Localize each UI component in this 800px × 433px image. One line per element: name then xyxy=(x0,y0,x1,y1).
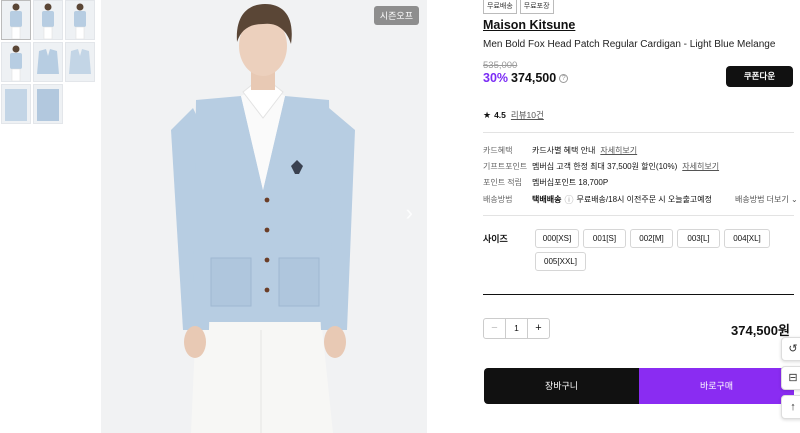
thumbnail-2[interactable] xyxy=(33,0,63,40)
thumbnail-8[interactable] xyxy=(33,84,63,124)
size-option-xs[interactable]: 000[XS] xyxy=(535,229,579,248)
product-info-panel: 무료배송 무료포장 Maison Kitsune Men Bold Fox He… xyxy=(483,0,800,433)
size-option-xl[interactable]: 004[XL] xyxy=(724,229,770,248)
season-off-badge: 시즌오프 xyxy=(373,6,419,25)
original-price: 535,000 xyxy=(483,60,518,71)
tag-free-wrapping: 무료포장 xyxy=(519,0,554,14)
info-circle-icon: ⓘ xyxy=(564,195,574,205)
scroll-top-icon[interactable]: ↑ xyxy=(781,395,800,419)
tag-free-shipping: 무료배송 xyxy=(483,0,517,14)
buy-now-button[interactable]: 바로구매 xyxy=(639,368,794,404)
chevron-down-icon: ⌄ xyxy=(790,195,798,204)
shipping-more-link[interactable]: 배송방법 더보기 ⌄ xyxy=(735,194,798,205)
point-accrual-value: 멤버십포인트 18,700P xyxy=(532,178,609,187)
size-option-m[interactable]: 002[M] xyxy=(630,229,673,248)
rating: ★ 4.5 리뷰10건 xyxy=(483,109,544,121)
chevron-right-icon[interactable]: › xyxy=(406,200,413,226)
gift-point-value: 멤버십 고객 한정 최대 37,500원 할인(10%) xyxy=(532,162,678,171)
chat-icon[interactable]: ⊟ xyxy=(781,366,800,390)
point-accrual-row: 포인트 적립 멤버십포인트 18,700P xyxy=(483,177,608,188)
size-label: 사이즈 xyxy=(483,234,508,244)
price-row: 30% 374,500 ? xyxy=(483,71,569,85)
recent-history-icon[interactable]: ↺ xyxy=(781,337,800,361)
shipping-value: 무료배송/18시 이전주문 시 오늘출고예정 xyxy=(576,195,713,204)
shipping-more-label: 배송방법 더보기 xyxy=(735,195,789,204)
thumbnail-1[interactable] xyxy=(1,0,31,40)
shipping-row: 배송방법 택배배송 ⓘ 무료배송/18시 이전주문 시 오늘출고예정 배송방법 … xyxy=(483,193,800,206)
quantity-decrease-button[interactable]: − xyxy=(484,319,505,338)
card-benefit-value: 카드사별 혜택 안내 xyxy=(532,146,596,155)
total-price: 374,500원 xyxy=(731,323,790,338)
review-link[interactable]: 리뷰10건 xyxy=(511,109,544,121)
rating-score: 4.5 xyxy=(494,110,506,120)
thumbnail-3[interactable] xyxy=(65,0,95,40)
size-option-s[interactable]: 001[S] xyxy=(583,229,626,248)
main-product-image[interactable]: 시즌오프 › xyxy=(101,0,427,433)
product-name: Men Bold Fox Head Patch Regular Cardigan… xyxy=(483,39,776,50)
gift-point-row: 기프트포인트 멤버십 고객 한정 최대 37,500원 할인(10%) 자세히보… xyxy=(483,161,719,172)
brand-link[interactable]: Maison Kitsune xyxy=(483,18,575,32)
thumbnail-4[interactable] xyxy=(1,42,31,82)
sale-price: 374,500 xyxy=(511,71,557,85)
add-to-cart-button[interactable]: 장바구니 xyxy=(484,368,639,404)
thumbnail-5[interactable] xyxy=(33,42,63,82)
divider xyxy=(483,294,794,295)
discount-rate: 30% xyxy=(483,71,509,85)
card-benefit-detail-link[interactable]: 자세히보기 xyxy=(600,145,637,156)
card-benefit-label: 카드혜택 xyxy=(483,146,513,155)
thumbnail-6[interactable] xyxy=(65,42,95,82)
size-option-xxl[interactable]: 005[XXL] xyxy=(535,252,586,271)
quantity-increase-button[interactable]: + xyxy=(528,319,549,338)
card-benefit-row: 카드혜택 카드사별 혜택 안내 자세히보기 xyxy=(483,145,637,156)
shipping-method: 택배배송 xyxy=(532,195,562,204)
quantity-value[interactable]: 1 xyxy=(505,319,528,338)
divider xyxy=(483,215,794,216)
coupon-download-button[interactable]: 쿠폰다운 xyxy=(726,66,793,87)
model-illustration xyxy=(101,0,427,433)
thumbnail-7[interactable] xyxy=(1,84,31,124)
size-option-l[interactable]: 003[L] xyxy=(677,229,720,248)
quantity-stepper: − 1 + xyxy=(483,318,550,339)
star-icon: ★ xyxy=(483,109,492,120)
divider xyxy=(483,132,794,133)
gift-point-detail-link[interactable]: 자세히보기 xyxy=(682,161,719,172)
price-info-icon[interactable]: ? xyxy=(559,73,569,83)
point-accrual-label: 포인트 적립 xyxy=(483,178,523,187)
shipping-tags: 무료배송 무료포장 xyxy=(483,0,554,14)
gift-point-label: 기프트포인트 xyxy=(483,162,528,171)
shipping-label: 배송방법 xyxy=(483,195,513,204)
